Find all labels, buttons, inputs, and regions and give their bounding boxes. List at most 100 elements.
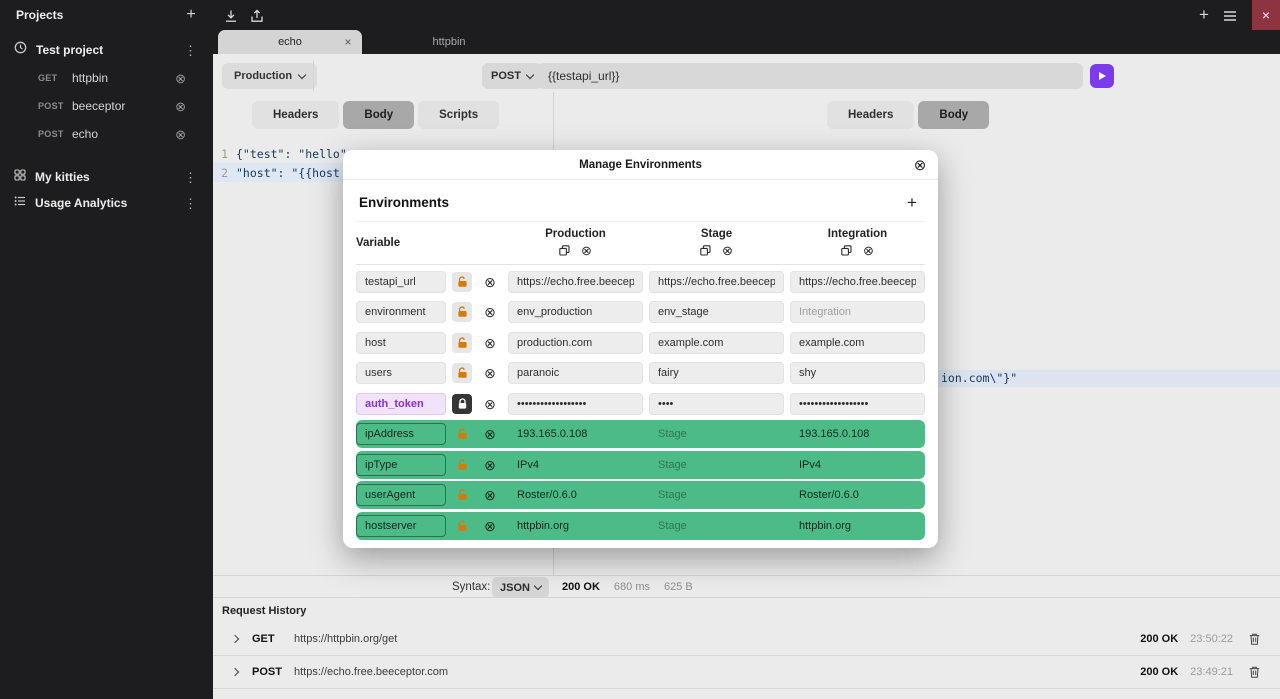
- delete-variable-icon[interactable]: ⊗: [480, 272, 500, 292]
- delete-environment-icon[interactable]: ⊗: [863, 244, 874, 257]
- section-menu-button[interactable]: ⋮: [184, 197, 197, 210]
- value-production-input[interactable]: [508, 484, 643, 506]
- share-icon[interactable]: [248, 7, 266, 25]
- variable-name-input[interactable]: [356, 515, 446, 537]
- unlock-icon[interactable]: [452, 363, 472, 383]
- sidebar-item-my-kitties[interactable]: My kitties ⋮: [0, 164, 213, 190]
- sidebar-item-usage-analytics[interactable]: Usage Analytics ⋮: [0, 190, 213, 216]
- value-stage-input[interactable]: [649, 301, 784, 323]
- history-row[interactable]: POST https://echo.free.beeceptor.com 200…: [213, 656, 1280, 689]
- section-menu-button[interactable]: ⋮: [184, 171, 197, 184]
- delete-history-icon[interactable]: [1249, 666, 1260, 678]
- value-production-input[interactable]: [508, 515, 643, 537]
- value-production-input[interactable]: [508, 393, 643, 415]
- method-selector[interactable]: POST: [482, 63, 542, 89]
- send-button[interactable]: [1090, 64, 1114, 88]
- modal-close-icon[interactable]: ⊗: [911, 156, 929, 174]
- window-close-icon[interactable]: ×: [1252, 0, 1280, 30]
- delete-variable-icon[interactable]: ⊗: [480, 516, 500, 536]
- value-integration-input[interactable]: [790, 271, 925, 293]
- download-icon[interactable]: [222, 7, 240, 25]
- unlock-icon[interactable]: [452, 485, 472, 505]
- value-production-input[interactable]: [508, 332, 643, 354]
- delete-history-icon[interactable]: [1249, 633, 1260, 645]
- delete-variable-icon[interactable]: ⊗: [480, 424, 500, 444]
- sidebar-request-beeceptor[interactable]: POST beeceptor ⊗: [0, 92, 213, 120]
- value-stage-input[interactable]: [649, 454, 784, 476]
- value-integration-input[interactable]: [790, 484, 925, 506]
- history-row[interactable]: GET https://httpbin.org/get 200 OK 23:50…: [213, 623, 1280, 656]
- variable-name-input[interactable]: [356, 393, 446, 415]
- add-environment-button[interactable]: +: [902, 192, 922, 212]
- project-menu-button[interactable]: ⋮: [184, 44, 197, 57]
- duplicate-environment-icon[interactable]: [841, 245, 852, 256]
- value-integration-input[interactable]: [790, 423, 925, 445]
- delete-variable-icon[interactable]: ⊗: [480, 394, 500, 414]
- remove-request-icon[interactable]: ⊗: [175, 72, 186, 85]
- delete-variable-icon[interactable]: ⊗: [480, 333, 500, 353]
- remove-request-icon[interactable]: ⊗: [175, 128, 186, 141]
- value-stage-input[interactable]: [649, 271, 784, 293]
- tab-response-body[interactable]: Body: [918, 101, 989, 129]
- add-project-button[interactable]: +: [181, 5, 201, 25]
- value-stage-input[interactable]: [649, 362, 784, 384]
- expand-icon[interactable]: [228, 665, 242, 679]
- variable-name-input[interactable]: [356, 454, 446, 476]
- value-production-input[interactable]: [508, 271, 643, 293]
- delete-variable-icon[interactable]: ⊗: [480, 363, 500, 383]
- value-stage-input[interactable]: [649, 515, 784, 537]
- menu-icon[interactable]: [1220, 7, 1240, 25]
- tab-response-headers[interactable]: Headers: [827, 101, 914, 129]
- unlock-icon[interactable]: [452, 333, 472, 353]
- variable-name-input[interactable]: [356, 423, 446, 445]
- tab-request-headers[interactable]: Headers: [252, 101, 339, 129]
- tab-echo[interactable]: echo ×: [218, 30, 362, 54]
- variable-name-input[interactable]: [356, 362, 446, 384]
- unlock-icon[interactable]: [452, 272, 472, 292]
- delete-environment-icon[interactable]: ⊗: [581, 244, 592, 257]
- variable-name-input[interactable]: [356, 301, 446, 323]
- url-input[interactable]: [537, 63, 1083, 89]
- sidebar-item-test-project[interactable]: Test project ⋮: [0, 36, 213, 64]
- syntax-selector[interactable]: JSON: [492, 577, 549, 598]
- value-stage-input[interactable]: [649, 423, 784, 445]
- lock-icon[interactable]: [452, 394, 472, 414]
- delete-variable-icon[interactable]: ⊗: [480, 302, 500, 322]
- unlock-icon[interactable]: [452, 516, 472, 536]
- remove-request-icon[interactable]: ⊗: [175, 100, 186, 113]
- variable-name-input[interactable]: [356, 271, 446, 293]
- unlock-icon[interactable]: [452, 424, 472, 444]
- variable-name-input[interactable]: [356, 332, 446, 354]
- value-integration-input[interactable]: [790, 393, 925, 415]
- variable-name-input[interactable]: [356, 484, 446, 506]
- value-stage-input[interactable]: [649, 393, 784, 415]
- value-integration-input[interactable]: [790, 454, 925, 476]
- value-integration-input[interactable]: [790, 362, 925, 384]
- value-production-input[interactable]: [508, 423, 643, 445]
- delete-variable-icon[interactable]: ⊗: [480, 455, 500, 475]
- duplicate-environment-icon[interactable]: [559, 245, 570, 256]
- value-integration-input[interactable]: [790, 332, 925, 354]
- delete-environment-icon[interactable]: ⊗: [722, 244, 733, 257]
- unlock-icon[interactable]: [452, 455, 472, 475]
- expand-icon[interactable]: [228, 632, 242, 646]
- value-production-input[interactable]: [508, 362, 643, 384]
- value-integration-input[interactable]: [790, 301, 925, 323]
- tab-request-scripts[interactable]: Scripts: [418, 101, 499, 129]
- value-integration-input[interactable]: [790, 515, 925, 537]
- value-stage-input[interactable]: [649, 484, 784, 506]
- duplicate-environment-icon[interactable]: [700, 245, 711, 256]
- value-production-input[interactable]: [508, 301, 643, 323]
- new-tab-button[interactable]: +: [1194, 4, 1214, 26]
- close-tab-icon[interactable]: ×: [341, 35, 355, 49]
- unlock-icon[interactable]: [452, 302, 472, 322]
- tab-request-body[interactable]: Body: [343, 101, 414, 129]
- response-text: ion.com\"}": [941, 371, 1017, 385]
- value-production-input[interactable]: [508, 454, 643, 476]
- environment-selector[interactable]: Production: [222, 63, 317, 89]
- value-stage-input[interactable]: [649, 332, 784, 354]
- sidebar-request-httpbin[interactable]: GET httpbin ⊗: [0, 64, 213, 92]
- sidebar-request-echo[interactable]: POST echo ⊗: [0, 120, 213, 148]
- tab-httpbin[interactable]: httpbin: [413, 30, 485, 54]
- delete-variable-icon[interactable]: ⊗: [480, 485, 500, 505]
